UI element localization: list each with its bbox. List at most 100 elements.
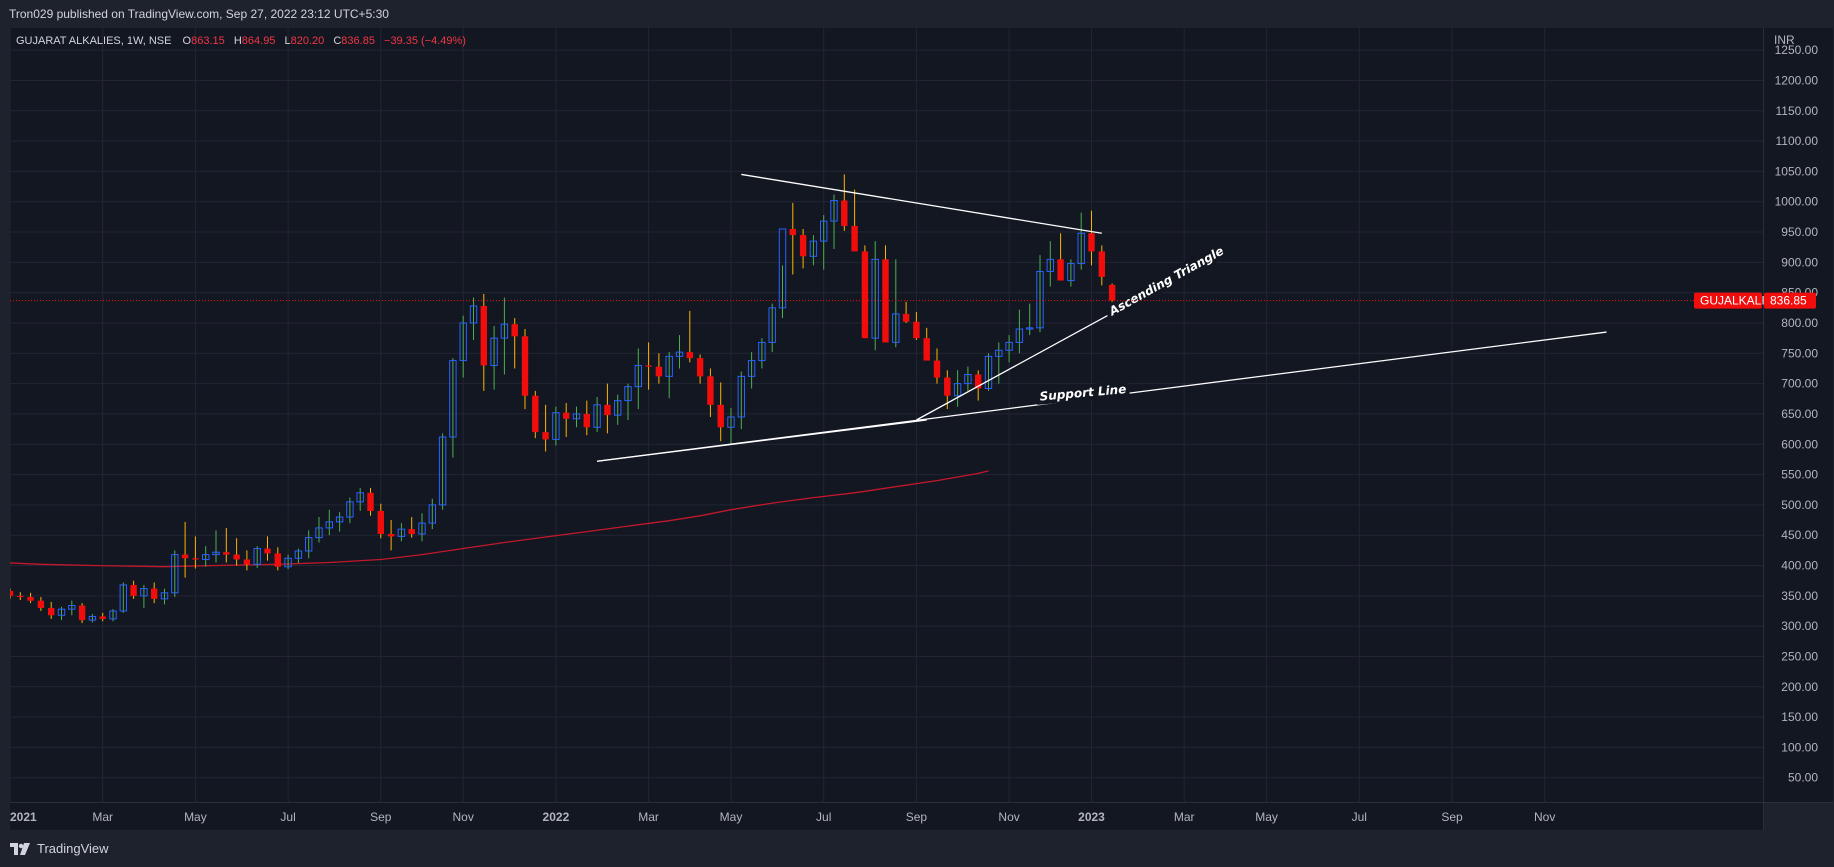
time-axis-background[interactable] xyxy=(10,803,1763,830)
plot-background xyxy=(10,28,1763,802)
brand-text: TradingView xyxy=(37,841,109,856)
y-tick-18: 950.00 xyxy=(1781,225,1818,239)
candle-body-77 xyxy=(799,235,807,257)
x-tick-11: Nov xyxy=(998,810,1019,824)
candle-body-46 xyxy=(480,306,487,366)
y-tick-17: 900.00 xyxy=(1781,255,1818,269)
candle-body-2 xyxy=(27,597,34,601)
y-tick-13: 700.00 xyxy=(1781,377,1818,391)
legend-high-label: H xyxy=(234,35,242,47)
legend-open: 863.15 xyxy=(191,35,225,47)
candle-body-58 xyxy=(604,404,611,416)
candle-body-18 xyxy=(192,558,199,560)
x-tick-9: Jul xyxy=(816,810,831,824)
y-tick-20: 1050.00 xyxy=(1775,164,1819,178)
x-tick-12: 2023 xyxy=(1078,810,1105,824)
candle-body-51 xyxy=(532,395,539,433)
candle-body-14 xyxy=(151,588,158,599)
candle-body-76 xyxy=(789,229,796,236)
candle-body-22 xyxy=(233,554,240,560)
x-tick-16: Sep xyxy=(1441,810,1463,824)
candle-body-89 xyxy=(923,338,930,361)
candle-body-26 xyxy=(274,553,281,567)
y-tick-23: 1200.00 xyxy=(1775,73,1819,87)
y-tick-3: 200.00 xyxy=(1781,680,1818,694)
candle-body-105 xyxy=(1088,233,1095,252)
y-tick-0: 50.00 xyxy=(1788,771,1818,785)
y-tick-7: 400.00 xyxy=(1781,559,1818,573)
candle-body-39 xyxy=(408,529,415,534)
price-chart[interactable]: Ascending TriangleSupport Line 50.00100.… xyxy=(10,28,1833,830)
x-tick-1: Mar xyxy=(92,810,113,824)
x-tick-3: Jul xyxy=(280,810,295,824)
candle-body-7 xyxy=(78,605,86,621)
y-tick-15: 800.00 xyxy=(1781,316,1818,330)
candle-body-37 xyxy=(387,533,395,537)
y-tick-9: 500.00 xyxy=(1781,498,1818,512)
candle-body-36 xyxy=(377,510,384,534)
candle-body-88 xyxy=(913,321,920,339)
candle-body-1 xyxy=(17,595,24,598)
candle-body-81 xyxy=(841,200,848,226)
y-tick-12: 650.00 xyxy=(1781,407,1818,421)
y-tick-6: 350.00 xyxy=(1781,589,1818,603)
candle-body-66 xyxy=(686,352,693,359)
y-tick-11: 600.00 xyxy=(1781,437,1818,451)
candle-body-54 xyxy=(563,412,570,419)
candle-body-23 xyxy=(243,559,251,565)
candle-body-9 xyxy=(99,616,106,619)
candle-body-102 xyxy=(1057,259,1064,281)
publish-text: Tron029 published on TradingView.com, Se… xyxy=(9,7,389,21)
legend-close-label: C xyxy=(333,35,341,47)
candle-body-52 xyxy=(542,432,549,440)
x-tick-7: Mar xyxy=(638,810,659,824)
candle-body-49 xyxy=(511,324,518,337)
y-tick-2: 150.00 xyxy=(1781,710,1818,724)
x-tick-13: Mar xyxy=(1174,810,1195,824)
candle-body-62 xyxy=(645,365,652,367)
candle-body-17 xyxy=(181,554,189,559)
y-tick-4: 250.00 xyxy=(1781,649,1818,663)
last-price-tag: GUJALKALI 836.85 xyxy=(1694,292,1816,309)
x-tick-10: Sep xyxy=(906,810,928,824)
x-tick-15: Jul xyxy=(1352,810,1367,824)
candle-body-56 xyxy=(583,413,590,428)
x-tick-0: 2021 xyxy=(10,810,37,824)
legend-change: −39.35 (−4.49%) xyxy=(384,35,466,47)
candle-body-12 xyxy=(130,584,137,596)
x-tick-8: May xyxy=(720,810,743,824)
x-tick-6: 2022 xyxy=(543,810,570,824)
x-tick-14: May xyxy=(1255,810,1278,824)
candle-body-83 xyxy=(861,251,869,339)
x-tick-2: May xyxy=(184,810,207,824)
legend: GUJARAT ALKALIES, 1W, NSE O863.15 H864.9… xyxy=(16,35,466,47)
candle-body-3 xyxy=(37,600,45,608)
tradingview-icon xyxy=(10,842,30,855)
tradingview-logo[interactable]: TradingView xyxy=(10,832,109,865)
candle-body-90 xyxy=(933,360,941,378)
candle-body-35 xyxy=(367,492,374,511)
x-tick-4: Sep xyxy=(370,810,392,824)
candle-body-4 xyxy=(48,607,55,616)
candle-body-0 xyxy=(10,590,14,596)
legend-low: 820.20 xyxy=(291,35,325,47)
currency-label: INR xyxy=(1774,33,1795,47)
candle-body-25 xyxy=(264,548,271,554)
candle-body-50 xyxy=(521,336,529,396)
svg-text:GUJARAT ALKALIES, 1W, NSE: GUJARAT ALKALIES, 1W, NSE O863.15 H864.9… xyxy=(16,35,466,47)
chart-area[interactable]: Ascending Triangle Support Line 50.00 100.… xyxy=(10,28,1833,830)
legend-close: 836.85 xyxy=(341,35,375,47)
candle-body-91 xyxy=(944,377,951,396)
publish-header: Tron029 published on TradingView.com, Se… xyxy=(0,0,1834,28)
symbol-tag-text: GUJALKALI xyxy=(1700,294,1765,308)
candle-body-68 xyxy=(707,376,714,405)
y-tick-8: 450.00 xyxy=(1781,528,1818,542)
y-tick-22: 1150.00 xyxy=(1776,104,1819,118)
y-tick-1: 100.00 xyxy=(1781,740,1818,754)
candle-body-82 xyxy=(851,225,858,252)
footer: TradingView xyxy=(0,832,1834,865)
y-tick-14: 750.00 xyxy=(1781,346,1818,360)
x-tick-17: Nov xyxy=(1534,810,1555,824)
x-tick-5: Nov xyxy=(453,810,474,824)
candle-body-63 xyxy=(655,366,663,377)
